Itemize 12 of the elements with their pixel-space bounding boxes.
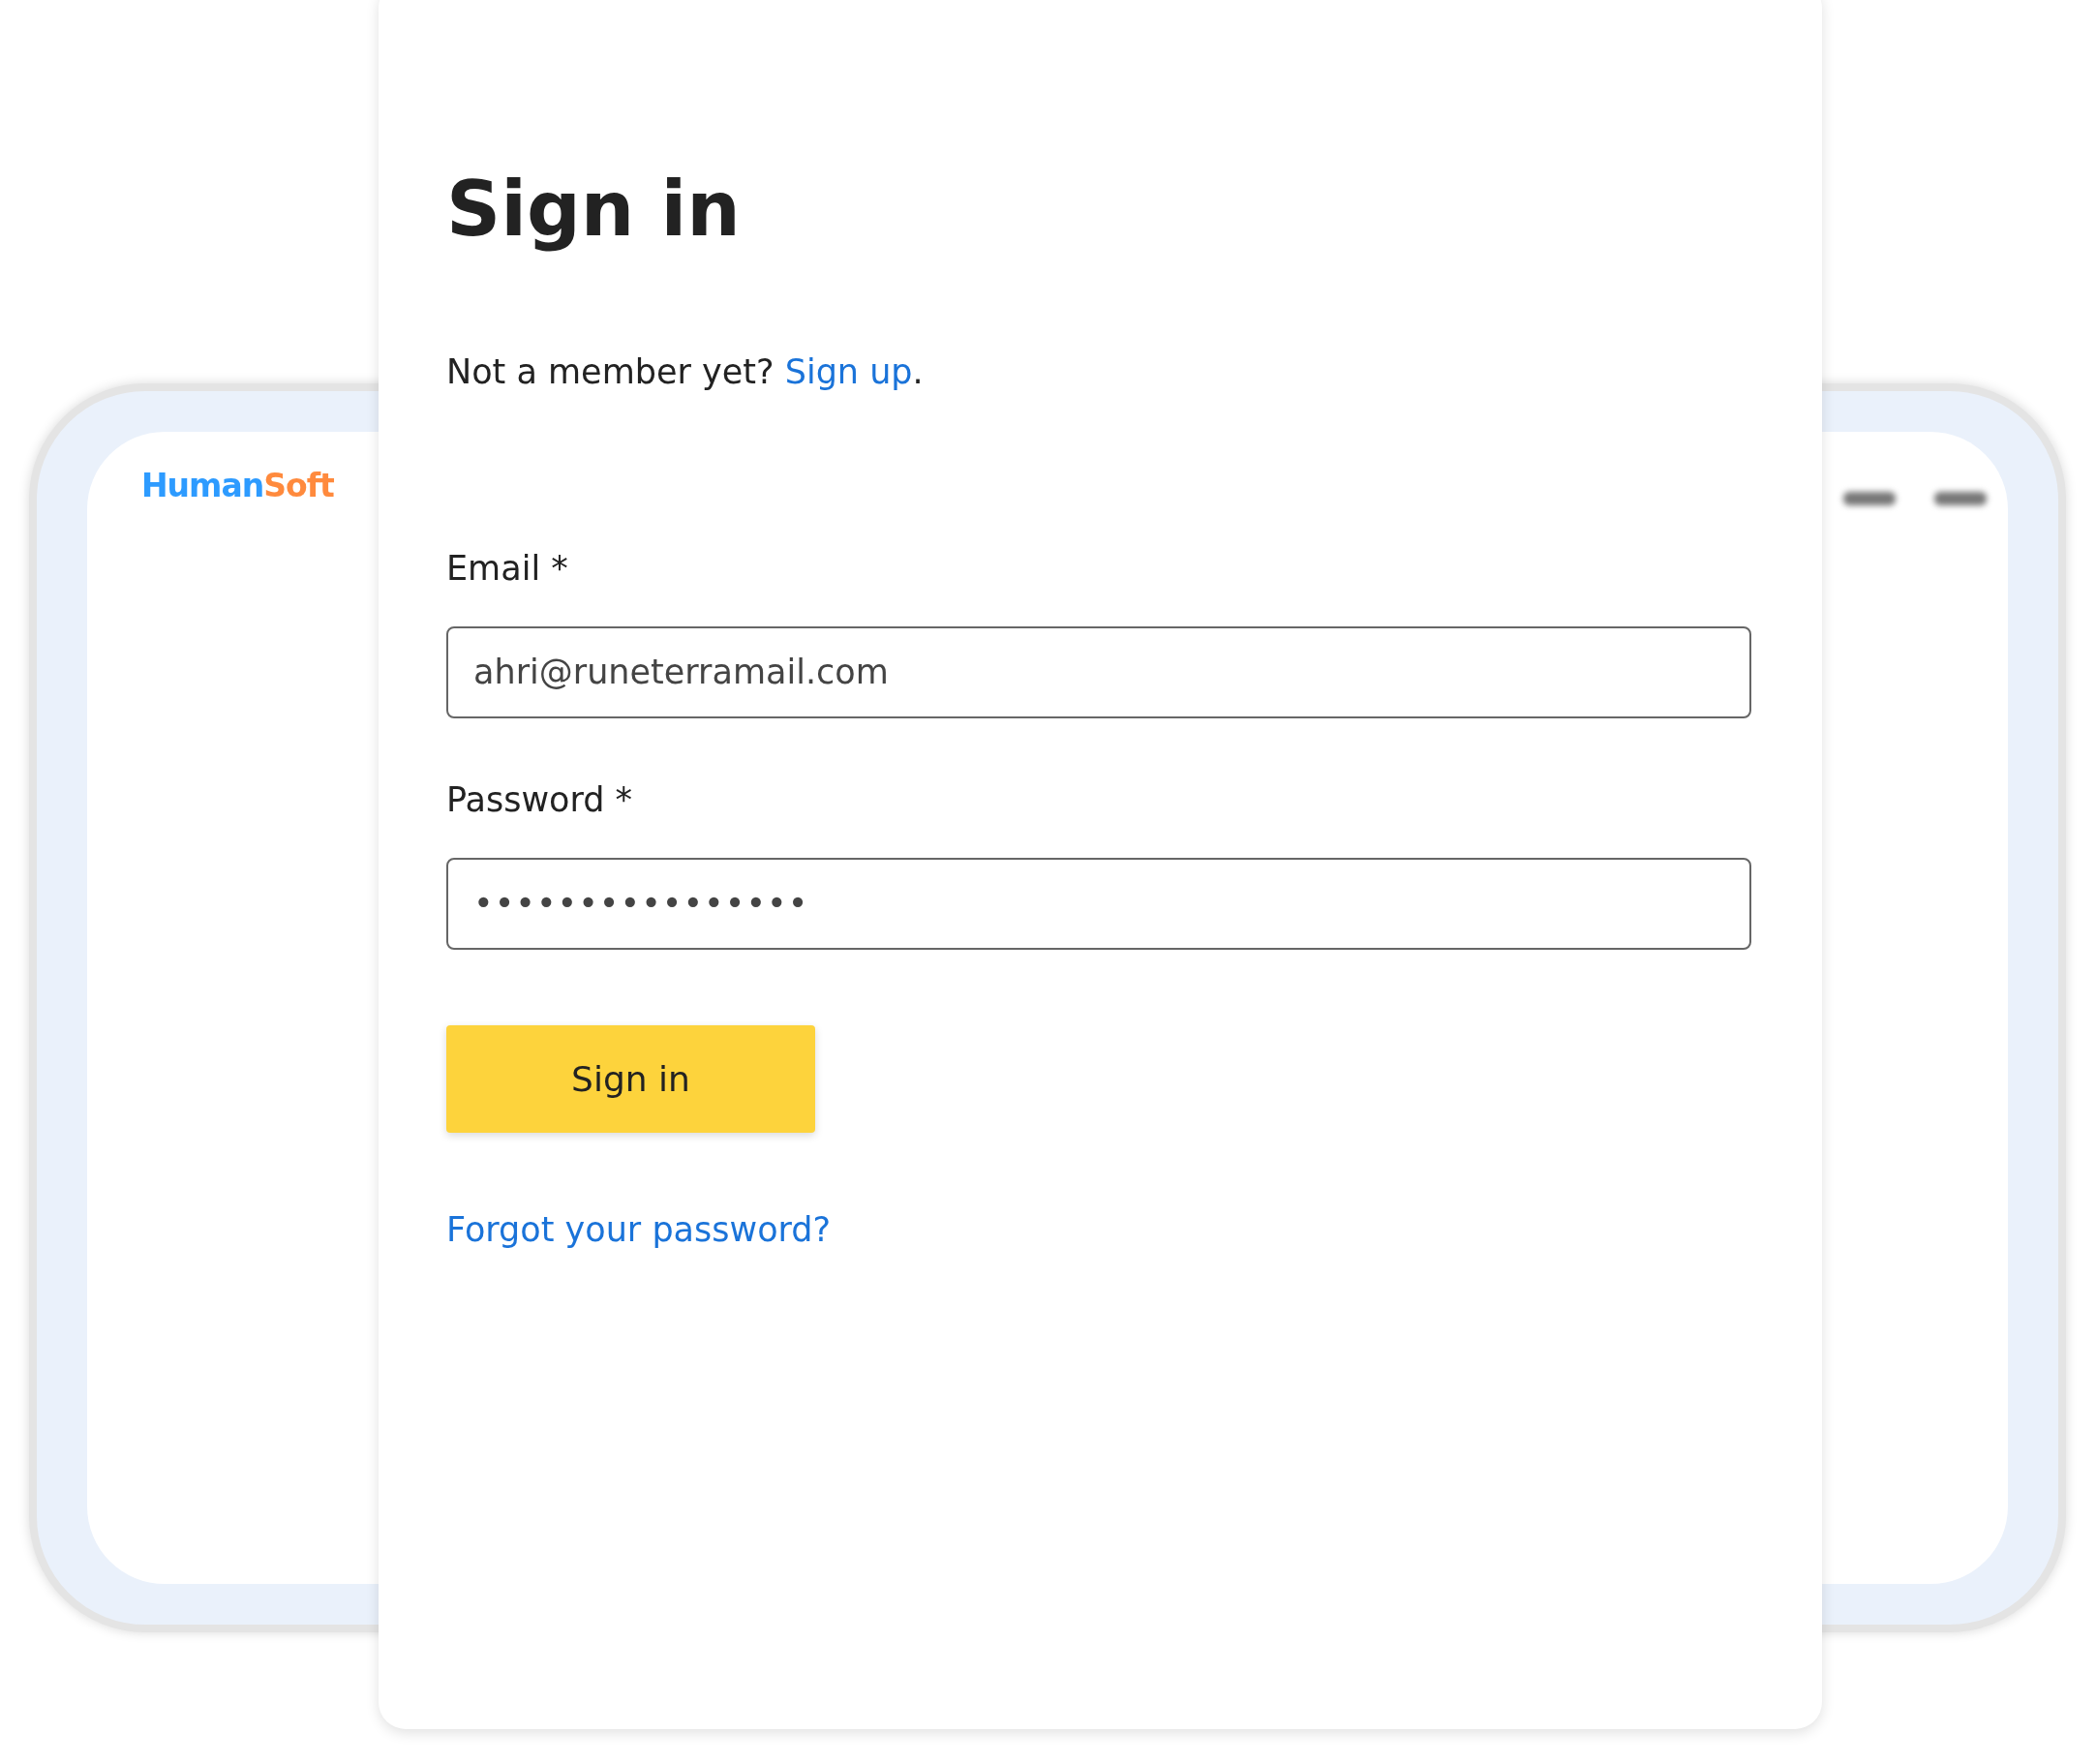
sign-in-button[interactable]: Sign in	[446, 1024, 815, 1133]
blurred-nav-link[interactable]	[1934, 492, 1987, 505]
sign-up-link[interactable]: Sign up	[784, 351, 913, 391]
field-label: Password *	[446, 779, 633, 819]
blurred-nav-link[interactable]	[1843, 492, 1896, 505]
field-label: Email *	[446, 548, 568, 588]
password-field[interactable]: ••••••••••••••••	[446, 857, 1751, 950]
email-field[interactable]: ahri@runeterramail.com	[446, 625, 1751, 718]
logo: HumanSoft	[141, 467, 334, 504]
page-title: Sign in	[446, 165, 741, 255]
signup-prompt: Not a member yet? Sign up.	[446, 351, 924, 391]
forgot-password-link[interactable]: Forgot your password?	[446, 1209, 832, 1249]
